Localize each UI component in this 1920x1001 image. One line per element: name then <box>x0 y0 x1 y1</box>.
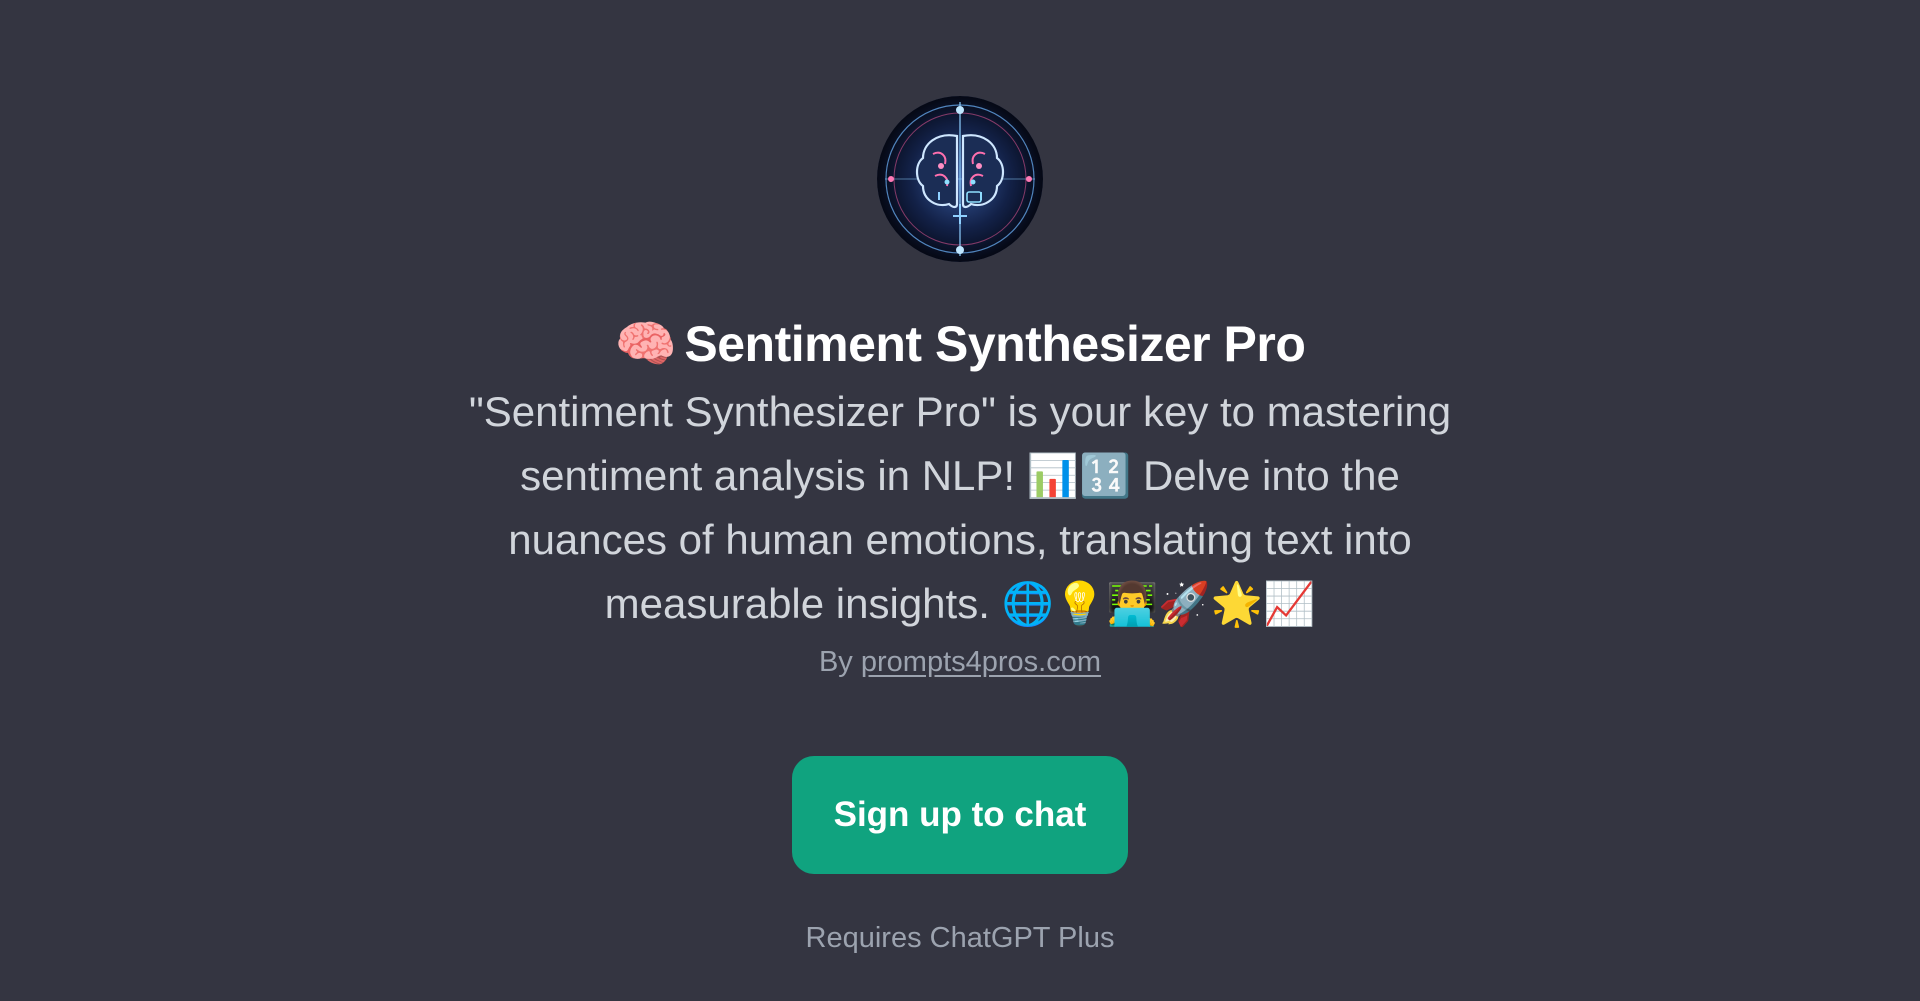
gpt-avatar <box>877 96 1043 262</box>
brain-circuit-icon <box>877 96 1043 262</box>
brain-emoji-icon: 🧠 <box>614 316 677 372</box>
author-prefix: By <box>818 646 853 678</box>
requires-plus-note: Requires ChatGPT Plus <box>805 922 1115 954</box>
gpt-title: 🧠 Sentiment Synthesizer Pro <box>615 314 1306 374</box>
gpt-title-text: Sentiment Synthesizer Pro <box>684 316 1306 372</box>
author-link[interactable]: prompts4pros.com <box>861 646 1101 678</box>
gpt-description: "Sentiment Synthesizer Pro" is your key … <box>468 388 1452 627</box>
sign-up-to-chat-button[interactable]: Sign up to chat <box>792 756 1128 874</box>
gpt-author: By prompts4pros.com <box>819 642 1101 682</box>
gpt-landing-page: 🧠 Sentiment Synthesizer Pro "Sentiment Sy… <box>0 0 1920 1001</box>
